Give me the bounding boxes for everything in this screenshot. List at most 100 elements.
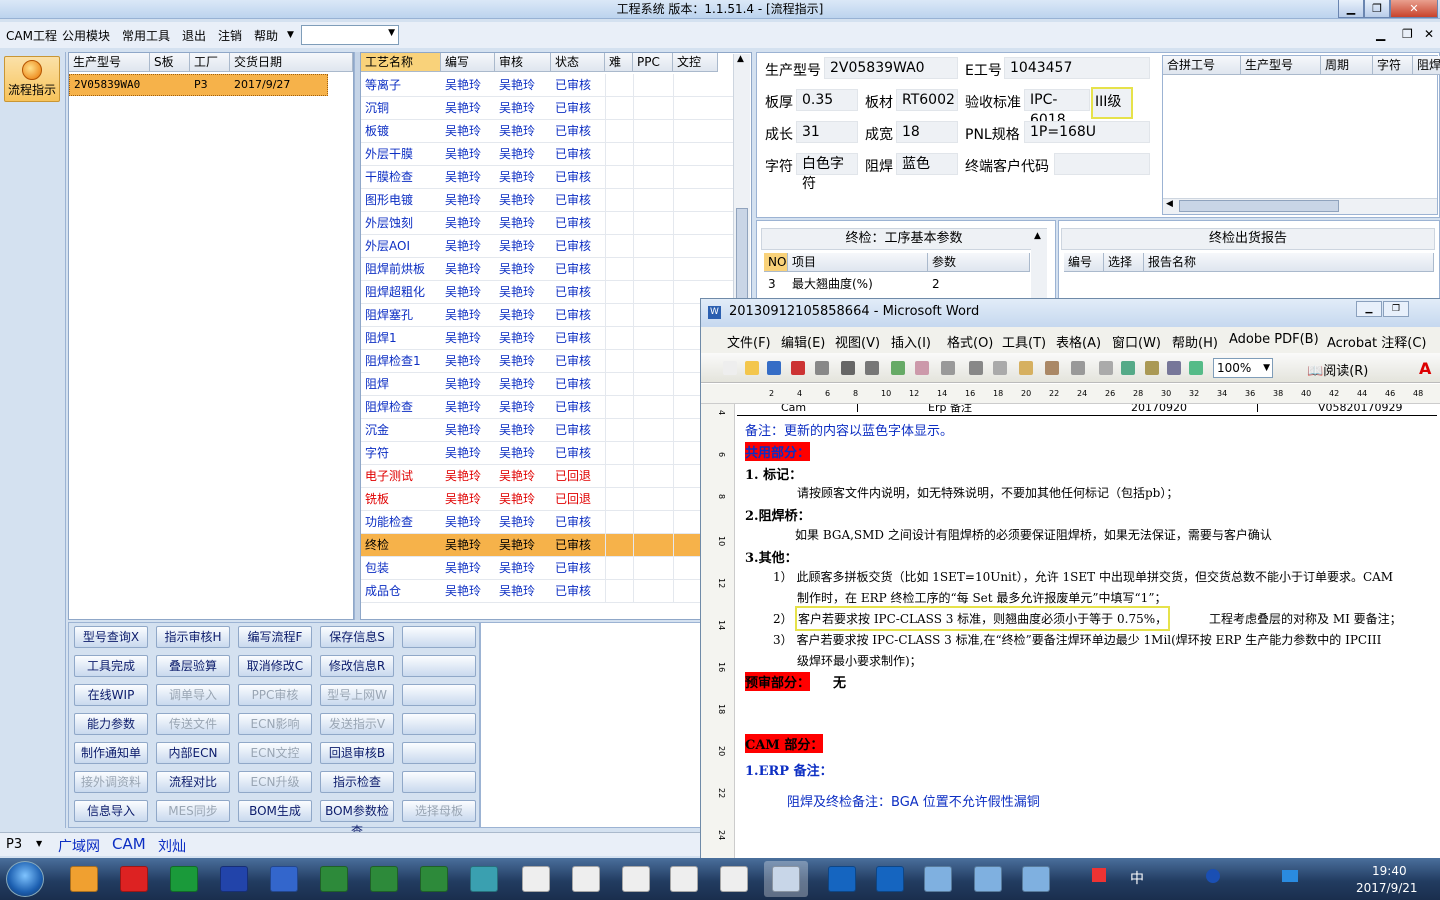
read-button[interactable]: 📖阅读(R) xyxy=(1307,360,1368,379)
merge-header-col[interactable]: 周期 xyxy=(1321,56,1373,75)
toolbar-icon[interactable] xyxy=(915,361,929,375)
toolbar-icon[interactable] xyxy=(1099,361,1113,375)
table-row[interactable]: 字符 吴艳玲 吴艳玲 已审核 xyxy=(361,442,733,465)
chevron-down-icon[interactable]: ▼ xyxy=(36,839,42,848)
toolbar-icon[interactable] xyxy=(841,361,855,375)
clock-date[interactable]: 2017/9/21 xyxy=(1356,881,1418,895)
taskbar-app-icon[interactable] xyxy=(712,861,756,897)
field-material[interactable]: RT6002 xyxy=(896,89,958,111)
table-row[interactable]: 板镀 吴艳玲 吴艳玲 已审核 xyxy=(361,120,733,143)
action-button[interactable]: 传送文件 xyxy=(156,713,230,735)
menu-cam[interactable]: CAM工程 xyxy=(6,27,57,44)
word-menu-item[interactable]: 格式(O) xyxy=(947,332,993,351)
action-button[interactable]: 在线WIP xyxy=(74,684,148,706)
action-button[interactable] xyxy=(402,626,476,648)
report-header-name[interactable]: 报告名称 xyxy=(1144,253,1434,272)
menu-overflow-icon[interactable]: ▼ xyxy=(287,30,294,40)
flow-indicator-button[interactable]: 流程指示 xyxy=(4,56,60,102)
status-combo[interactable]: P3 xyxy=(6,837,22,852)
action-button[interactable]: 调单导入 xyxy=(156,684,230,706)
taskbar-app-icon[interactable] xyxy=(312,861,356,897)
orders-header-date[interactable]: 交货日期 xyxy=(230,53,353,72)
action-button[interactable]: 能力参数 xyxy=(74,713,148,735)
document-page[interactable]: Cam Erp 备注 20170920 V05820170929 备注：更新的内… xyxy=(735,404,1440,867)
taskbar-app-icon[interactable] xyxy=(662,861,706,897)
toolbar-icon[interactable] xyxy=(815,361,829,375)
merge-header-col[interactable]: 字符 xyxy=(1373,56,1413,75)
menu-help[interactable]: 帮助 xyxy=(254,27,278,44)
taskbar-app-icon[interactable] xyxy=(412,861,456,897)
process-header-col[interactable]: 状态 xyxy=(551,53,605,72)
network-icon[interactable] xyxy=(1282,870,1298,882)
toolbar-icon[interactable] xyxy=(1189,361,1203,375)
word-menu-item[interactable]: 插入(I) xyxy=(891,332,931,351)
taskbar-app-icon[interactable] xyxy=(614,861,658,897)
field-grade[interactable]: III级 xyxy=(1091,87,1133,119)
report-header-no[interactable]: 编号 xyxy=(1064,253,1104,272)
table-row[interactable]: 阻焊塞孔 吴艳玲 吴艳玲 已审核 xyxy=(361,304,733,327)
word-restore-button[interactable]: ❐ xyxy=(1383,301,1409,317)
taskbar-app-icon[interactable] xyxy=(62,861,106,897)
orders-header-factory[interactable]: 工厂 xyxy=(190,53,230,72)
table-row[interactable]: 2V05839WA0 P3 2017/9/27 xyxy=(69,74,328,96)
mdi-minimize-icon[interactable]: ▁ xyxy=(1376,27,1385,41)
table-row[interactable]: 沉金 吴艳玲 吴艳玲 已审核 xyxy=(361,419,733,442)
ime-indicator[interactable]: 中 xyxy=(1130,868,1144,888)
taskbar-app-icon[interactable] xyxy=(362,861,406,897)
table-row[interactable]: 等离子 吴艳玲 吴艳玲 已审核 xyxy=(361,74,733,97)
taskbar-app-icon[interactable] xyxy=(868,861,912,897)
action-button[interactable]: PPC审核 xyxy=(238,684,312,706)
toolbar-icon[interactable] xyxy=(865,361,879,375)
word-minimize-button[interactable]: ▁ xyxy=(1356,301,1382,317)
final-params-scrollbar[interactable]: ▲ xyxy=(1031,229,1047,299)
word-menu-item[interactable]: 文件(F) xyxy=(727,332,771,351)
table-row[interactable]: 外层AOI 吴艳玲 吴艳玲 已审核 xyxy=(361,235,733,258)
action-button[interactable]: 内部ECN xyxy=(156,742,230,764)
field-pnl[interactable]: 1P=168U xyxy=(1024,121,1150,143)
field-model[interactable]: 2V05839WA0 xyxy=(824,57,958,79)
table-row[interactable]: 外层干膜 吴艳玲 吴艳玲 已审核 xyxy=(361,143,733,166)
action-button[interactable]: BOM参数检查 xyxy=(320,800,394,838)
table-row[interactable]: 电子测试 吴艳玲 吴艳玲 已回退 xyxy=(361,465,733,488)
toolbar-icon[interactable] xyxy=(1121,361,1135,375)
table-row[interactable]: 图形电镀 吴艳玲 吴艳玲 已审核 xyxy=(361,189,733,212)
word-menu-item[interactable]: 工具(T) xyxy=(1002,332,1046,351)
menu-public-module[interactable]: 公用模块 xyxy=(62,27,110,44)
table-row[interactable]: 阻焊 吴艳玲 吴艳玲 已审核 xyxy=(361,373,733,396)
final-params-header-item[interactable]: 项目 xyxy=(788,253,928,272)
toolbar-icon[interactable] xyxy=(993,361,1007,375)
field-standard[interactable]: IPC-6018 xyxy=(1024,89,1090,128)
field-char[interactable]: 白色字符 xyxy=(796,153,858,192)
scroll-thumb[interactable] xyxy=(736,208,748,308)
taskbar-app-icon[interactable] xyxy=(112,861,156,897)
action-button[interactable]: 流程对比 xyxy=(156,771,230,793)
action-button[interactable]: 制作通知单 xyxy=(74,742,148,764)
merge-header-col[interactable]: 生产型号 xyxy=(1241,56,1321,75)
action-button[interactable] xyxy=(402,655,476,677)
merge-header-col[interactable]: 阻焊 xyxy=(1413,56,1440,75)
action-button[interactable]: 选择母板 xyxy=(402,800,476,822)
scroll-left-icon[interactable]: ◀ xyxy=(1166,199,1173,209)
taskbar-app-icon[interactable] xyxy=(262,861,306,897)
process-header-col[interactable]: 编写 xyxy=(441,53,495,72)
table-row[interactable]: 阻焊检查1 吴艳玲 吴艳玲 已审核 xyxy=(361,350,733,373)
taskbar-app-icon[interactable] xyxy=(462,861,506,897)
word-menu-item[interactable]: 帮助(H) xyxy=(1172,332,1218,351)
field-thickness[interactable]: 0.35 xyxy=(796,89,858,111)
action-button[interactable] xyxy=(402,742,476,764)
orders-header-model[interactable]: 生产型号 xyxy=(69,53,150,72)
toolbar-icon[interactable] xyxy=(969,361,983,375)
taskbar-app-icon[interactable] xyxy=(966,861,1010,897)
toolbar-icon[interactable] xyxy=(1071,361,1085,375)
zoom-combo[interactable]: 100% ▼ xyxy=(1213,358,1273,378)
taskbar-app-icon[interactable] xyxy=(564,861,608,897)
menu-tools[interactable]: 常用工具 xyxy=(122,27,170,44)
taskbar-app-icon[interactable] xyxy=(212,861,256,897)
field-mask[interactable]: 蓝色 xyxy=(896,153,958,175)
action-button[interactable]: MES同步 xyxy=(156,800,230,822)
toolbar-icon[interactable] xyxy=(941,361,955,375)
word-menu-item[interactable]: Adobe PDF(B) xyxy=(1229,332,1319,347)
action-button[interactable]: BOM生成 xyxy=(238,800,312,822)
action-button[interactable]: 型号上网W xyxy=(320,684,394,706)
table-row[interactable]: 功能检查 吴艳玲 吴艳玲 已审核 xyxy=(361,511,733,534)
